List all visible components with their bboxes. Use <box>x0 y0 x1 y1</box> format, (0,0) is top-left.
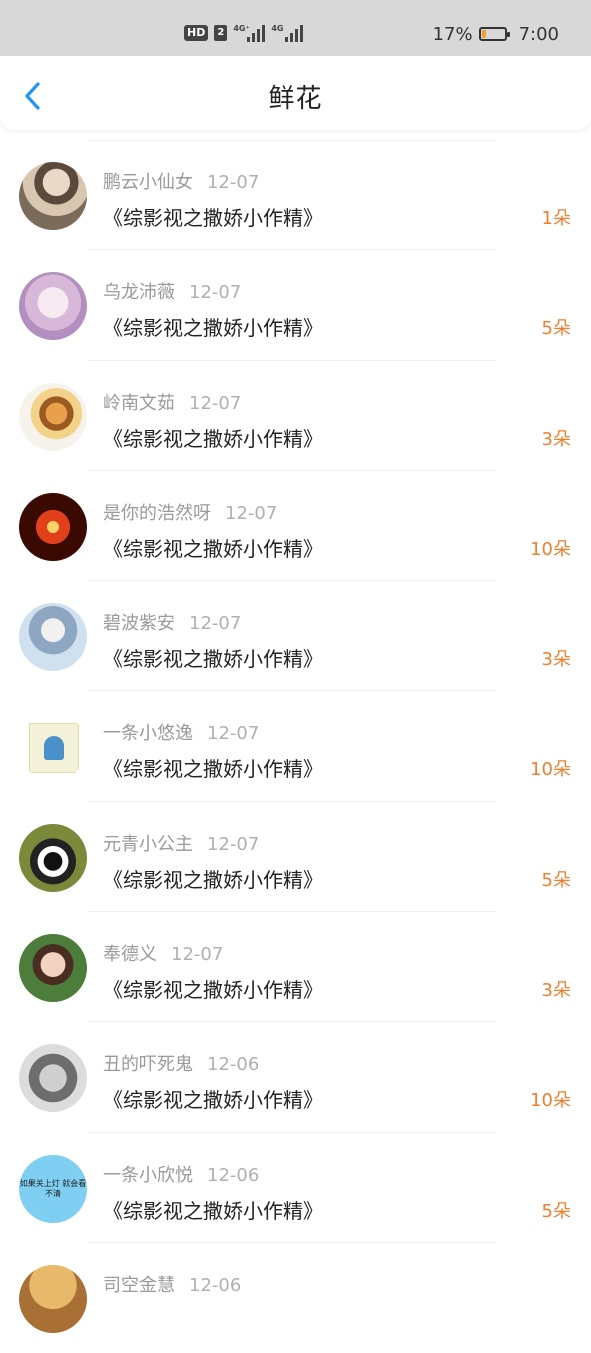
sender-line: 岭南文茹 12-07 <box>103 389 241 415</box>
sender-name: 元青小公主 <box>103 833 193 855</box>
sender-line: 元青小公主 12-07 <box>103 830 259 856</box>
list-item[interactable]: 司空金慧 12-06 <box>0 1243 591 1353</box>
flower-count: 10朵 <box>530 1090 571 1112</box>
flower-count: 3朵 <box>541 428 571 450</box>
sender-name: 一条小悠逸 <box>103 723 193 745</box>
list-item[interactable]: 奉德义 12-07 《综影视之撒娇小作精》 3朵 <box>0 912 591 1023</box>
flower-count: 5朵 <box>541 318 571 340</box>
sent-date: 12-06 <box>189 1274 242 1296</box>
sender-line: 司空金慧 12-06 <box>103 1271 241 1297</box>
sender-line: 鹏云小仙女 12-07 <box>103 168 259 194</box>
sender-name: 奉德义 <box>103 944 157 966</box>
book-title: 《综影视之撒娇小作精》 <box>103 978 323 1003</box>
sender-name: 司空金慧 <box>103 1274 175 1296</box>
sent-date: 12-07 <box>189 613 242 635</box>
sender-line: 碧波紫安 12-07 <box>103 609 241 635</box>
flower-count: 1朵 <box>541 208 571 229</box>
sender-name: 乌龙沛薇 <box>103 282 175 304</box>
clock: 7:00 <box>518 23 559 45</box>
sender-name: 碧波紫安 <box>103 613 175 635</box>
flower-list: 鹏云小仙女 12-07 《综影视之撒娇小作精》 1朵 乌龙沛薇 12-07 《综影视… <box>0 140 591 1353</box>
book-title: 《综影视之撒娇小作精》 <box>103 867 323 892</box>
sender-name: 丑的吓死鬼 <box>103 1054 193 1076</box>
sent-date: 12-07 <box>189 282 242 304</box>
avatar[interactable]: 如果关上灯 就会看不清 <box>19 1154 87 1223</box>
signal-icon-2: 4G <box>271 24 304 42</box>
list-item[interactable]: 是你的浩然呀 12-07 《综影视之撒娇小作精》 10朵 <box>0 471 591 582</box>
list-item[interactable]: 丑的吓死鬼 12-06 《综影视之撒娇小作精》 10朵 <box>0 1022 591 1133</box>
battery-percent: 17% <box>432 23 473 45</box>
book-title: 《综影视之撒娇小作精》 <box>103 206 323 230</box>
book-title: 《综影视之撒娇小作精》 <box>103 647 323 672</box>
list-item[interactable]: 乌龙沛薇 12-07 《综影视之撒娇小作精》 5朵 <box>0 250 591 361</box>
book-title: 《综影视之撒娇小作精》 <box>103 1198 323 1223</box>
book-title: 《综影视之撒娇小作精》 <box>103 316 323 341</box>
avatar[interactable] <box>19 1044 87 1113</box>
sender-line: 是你的浩然呀 12-07 <box>103 499 277 525</box>
flower-count: 10朵 <box>530 759 571 781</box>
avatar[interactable] <box>19 272 87 341</box>
book-title: 《综影视之撒娇小作精》 <box>103 1088 323 1113</box>
network-type-label: 4G⁺ <box>233 24 250 33</box>
flower-count: 5朵 <box>541 1200 571 1222</box>
page-title: 鲜花 <box>268 84 323 114</box>
sent-date: 12-07 <box>171 944 224 966</box>
book-title: 《综影视之撒娇小作精》 <box>103 536 323 561</box>
flower-count: 3朵 <box>541 649 571 671</box>
avatar-caption: 如果关上灯 就会看不清 <box>19 1178 87 1198</box>
flower-count: 5朵 <box>541 869 571 891</box>
battery-icon <box>478 27 510 41</box>
sent-date: 12-06 <box>207 1054 260 1076</box>
list-item[interactable]: 岭南文茹 12-07 《综影视之撒娇小作精》 3朵 <box>0 361 591 471</box>
list-item[interactable]: 一条小悠逸 12-07 《综影视之撒娇小作精》 10朵 <box>0 691 591 802</box>
sent-date: 12-07 <box>207 833 260 855</box>
sender-name: 一条小欣悦 <box>103 1164 193 1186</box>
avatar[interactable] <box>19 823 87 892</box>
avatar[interactable] <box>19 162 87 230</box>
sender-line: 丑的吓死鬼 12-06 <box>103 1050 259 1076</box>
hd-badge: HD <box>184 25 209 41</box>
status-bar: HD 2 4G⁺ 4G 17% 7:00 <box>0 0 591 56</box>
sent-date: 12-07 <box>189 392 242 414</box>
status-right: 17% 7:00 <box>433 22 559 46</box>
sent-date: 12-06 <box>207 1164 260 1186</box>
sender-name: 是你的浩然呀 <box>103 502 211 524</box>
avatar[interactable] <box>19 603 87 672</box>
sender-name: 鹏云小仙女 <box>103 172 193 193</box>
list-item[interactable]: 碧波紫安 12-07 《综影视之撒娇小作精》 3朵 <box>0 581 591 692</box>
flower-count: 10朵 <box>530 538 571 560</box>
avatar[interactable] <box>19 382 87 451</box>
book-title: 《综影视之撒娇小作精》 <box>103 426 323 451</box>
sender-name: 岭南文茹 <box>103 392 175 414</box>
network-indicators: HD 2 4G⁺ 4G <box>184 22 304 44</box>
sender-line: 奉德义 12-07 <box>103 940 223 966</box>
flower-count: 3朵 <box>541 980 571 1002</box>
avatar[interactable] <box>19 713 87 782</box>
sender-line: 一条小欣悦 12-06 <box>103 1161 259 1187</box>
list-item[interactable]: 元青小公主 12-07 《综影视之撒娇小作精》 5朵 <box>0 802 591 913</box>
signal-icon: 4G⁺ <box>233 24 266 42</box>
navigation-bar: 鲜花 <box>0 56 591 130</box>
sender-line: 一条小悠逸 12-07 <box>103 719 259 745</box>
avatar[interactable] <box>19 1264 87 1333</box>
sim-badge: 2 <box>214 25 228 41</box>
avatar[interactable] <box>19 492 87 561</box>
book-title: 《综影视之撒娇小作精》 <box>103 757 323 782</box>
list-item[interactable]: 如果关上灯 就会看不清 一条小欣悦 12-06 《综影视之撒娇小作精》 5朵 <box>0 1133 591 1243</box>
sent-date: 12-07 <box>225 502 278 524</box>
avatar[interactable] <box>19 934 87 1003</box>
sent-date: 12-07 <box>207 723 260 745</box>
network-type-label-2: 4G <box>271 24 284 33</box>
sender-line: 乌龙沛薇 12-07 <box>103 278 241 304</box>
sent-date: 12-07 <box>207 172 260 193</box>
list-item[interactable]: 鹏云小仙女 12-07 《综影视之撒娇小作精》 1朵 <box>0 140 591 251</box>
